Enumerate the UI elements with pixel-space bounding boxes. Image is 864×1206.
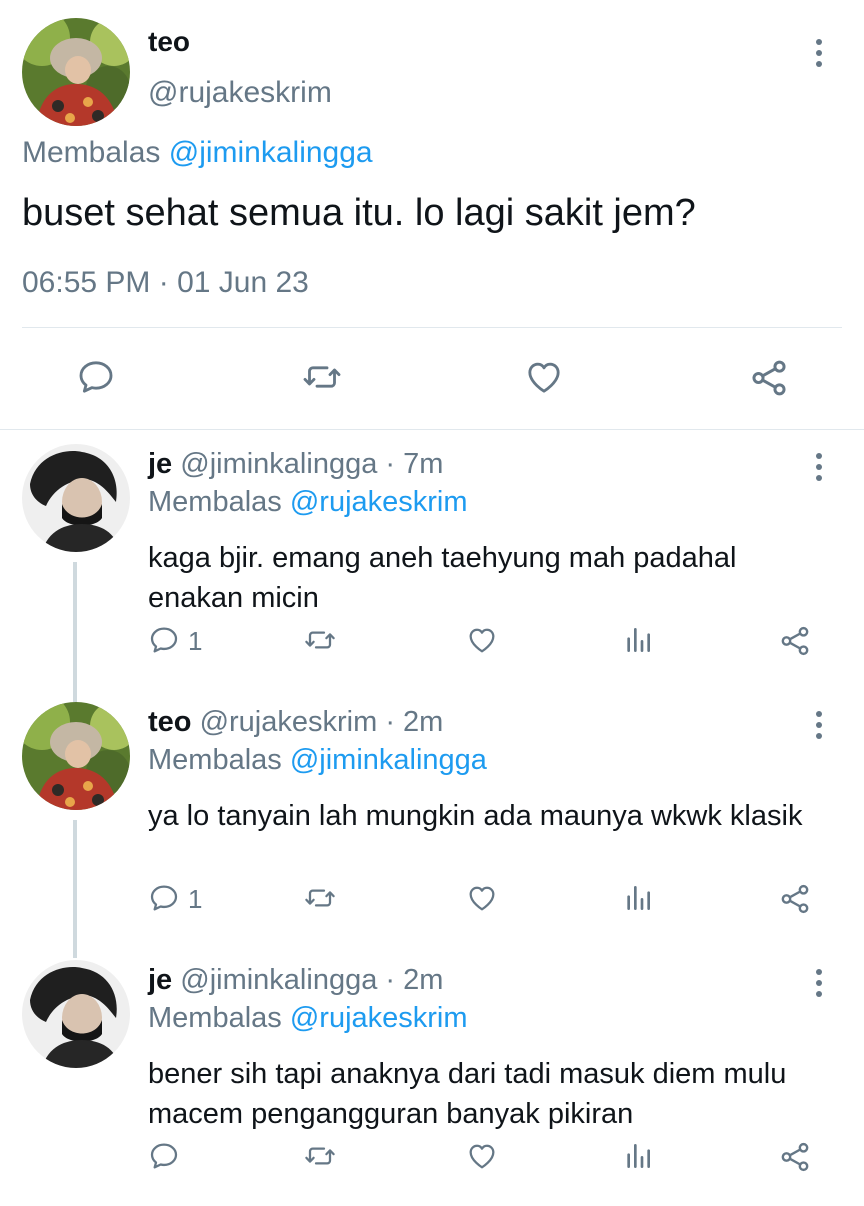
retweet-icon[interactable]: [302, 1140, 338, 1172]
reply-time: · 7m: [385, 448, 444, 480]
tweet-text: kaga bjir. emang aneh taehyung mah padah…: [148, 542, 737, 614]
reply-to-handle[interactable]: @rujakeskrim: [290, 486, 468, 518]
author-handle[interactable]: @jiminkalingga: [180, 964, 377, 996]
more-icon[interactable]: [812, 452, 826, 482]
author-name[interactable]: teo: [148, 706, 192, 738]
author-name[interactable]: je: [148, 964, 172, 996]
more-icon[interactable]: [812, 38, 826, 68]
retweet-icon[interactable]: [302, 624, 338, 656]
retweet-icon[interactable]: [302, 882, 338, 914]
reply-header: je @jiminkalingga · 2m: [148, 964, 443, 997]
tweet-text: ya lo tanyain lah mungkin ada maunya wkw…: [148, 800, 803, 832]
reply-count: 1: [188, 884, 203, 914]
reply-context: Membalas @jiminkalingga: [22, 136, 373, 170]
avatar[interactable]: [22, 444, 130, 552]
like-icon[interactable]: [466, 624, 498, 656]
reply-header: je @jiminkalingga · 7m: [148, 448, 443, 481]
more-icon[interactable]: [812, 968, 826, 998]
reply-context: Membalas @jiminkalingga: [148, 744, 487, 777]
reply-icon[interactable]: [148, 882, 180, 914]
reply-tweet[interactable]: je @jiminkalingga · 7m Membalas @rujakes…: [0, 432, 864, 690]
stats-icon[interactable]: [622, 1140, 654, 1172]
reply-prefix: Membalas: [148, 744, 282, 776]
reply-header: teo @rujakeskrim · 2m: [148, 706, 443, 739]
reply-to-handle[interactable]: @jiminkalingga: [169, 136, 373, 169]
like-icon[interactable]: [466, 882, 498, 914]
divider: [22, 327, 842, 328]
tweet-timestamp: 06:55 PM · 01 Jun 23: [22, 266, 309, 299]
like-icon[interactable]: [466, 1140, 498, 1172]
share-icon[interactable]: [778, 882, 812, 916]
reply-time: · 2m: [385, 706, 444, 738]
reply-prefix: Membalas: [148, 1002, 282, 1034]
avatar[interactable]: [22, 18, 130, 126]
stats-icon[interactable]: [622, 624, 654, 656]
retweet-icon[interactable]: [300, 357, 344, 397]
reply-tweet[interactable]: je @jiminkalingga · 2m Membalas @rujakes…: [0, 948, 864, 1206]
divider: [0, 429, 864, 430]
author-name[interactable]: je: [148, 448, 172, 480]
more-icon[interactable]: [812, 710, 826, 740]
reply-to-handle[interactable]: @rujakeskrim: [290, 1002, 468, 1034]
reply-to-handle[interactable]: @jiminkalingga: [290, 744, 487, 776]
reply-icon[interactable]: [148, 1140, 180, 1172]
main-tweet: teo @rujakeskrim Membalas @jiminkalingga…: [0, 0, 864, 430]
author-name[interactable]: teo: [148, 26, 190, 58]
reply-context: Membalas @rujakeskrim: [148, 486, 468, 519]
reply-time: · 2m: [385, 964, 444, 996]
reply-tweet[interactable]: teo @rujakeskrim · 2m Membalas @jiminkal…: [0, 690, 864, 948]
share-icon[interactable]: [778, 624, 812, 658]
avatar[interactable]: [22, 702, 130, 810]
author-handle[interactable]: @jiminkalingga: [180, 448, 377, 480]
author-handle[interactable]: @rujakeskrim: [200, 706, 378, 738]
author-handle[interactable]: @rujakeskrim: [148, 76, 332, 110]
reply-prefix: Membalas: [22, 136, 161, 169]
tweet-text: buset sehat semua itu. lo lagi sakit jem…: [22, 192, 696, 234]
reply-count: 1: [188, 626, 203, 656]
share-icon[interactable]: [748, 357, 790, 399]
avatar[interactable]: [22, 960, 130, 1068]
tweet-text: bener sih tapi anaknya dari tadi masuk d…: [148, 1058, 787, 1130]
reply-icon[interactable]: [76, 357, 116, 397]
like-icon[interactable]: [524, 357, 564, 397]
reply-context: Membalas @rujakeskrim: [148, 1002, 468, 1035]
reply-icon[interactable]: [148, 624, 180, 656]
reply-prefix: Membalas: [148, 486, 282, 518]
stats-icon[interactable]: [622, 882, 654, 914]
share-icon[interactable]: [778, 1140, 812, 1174]
